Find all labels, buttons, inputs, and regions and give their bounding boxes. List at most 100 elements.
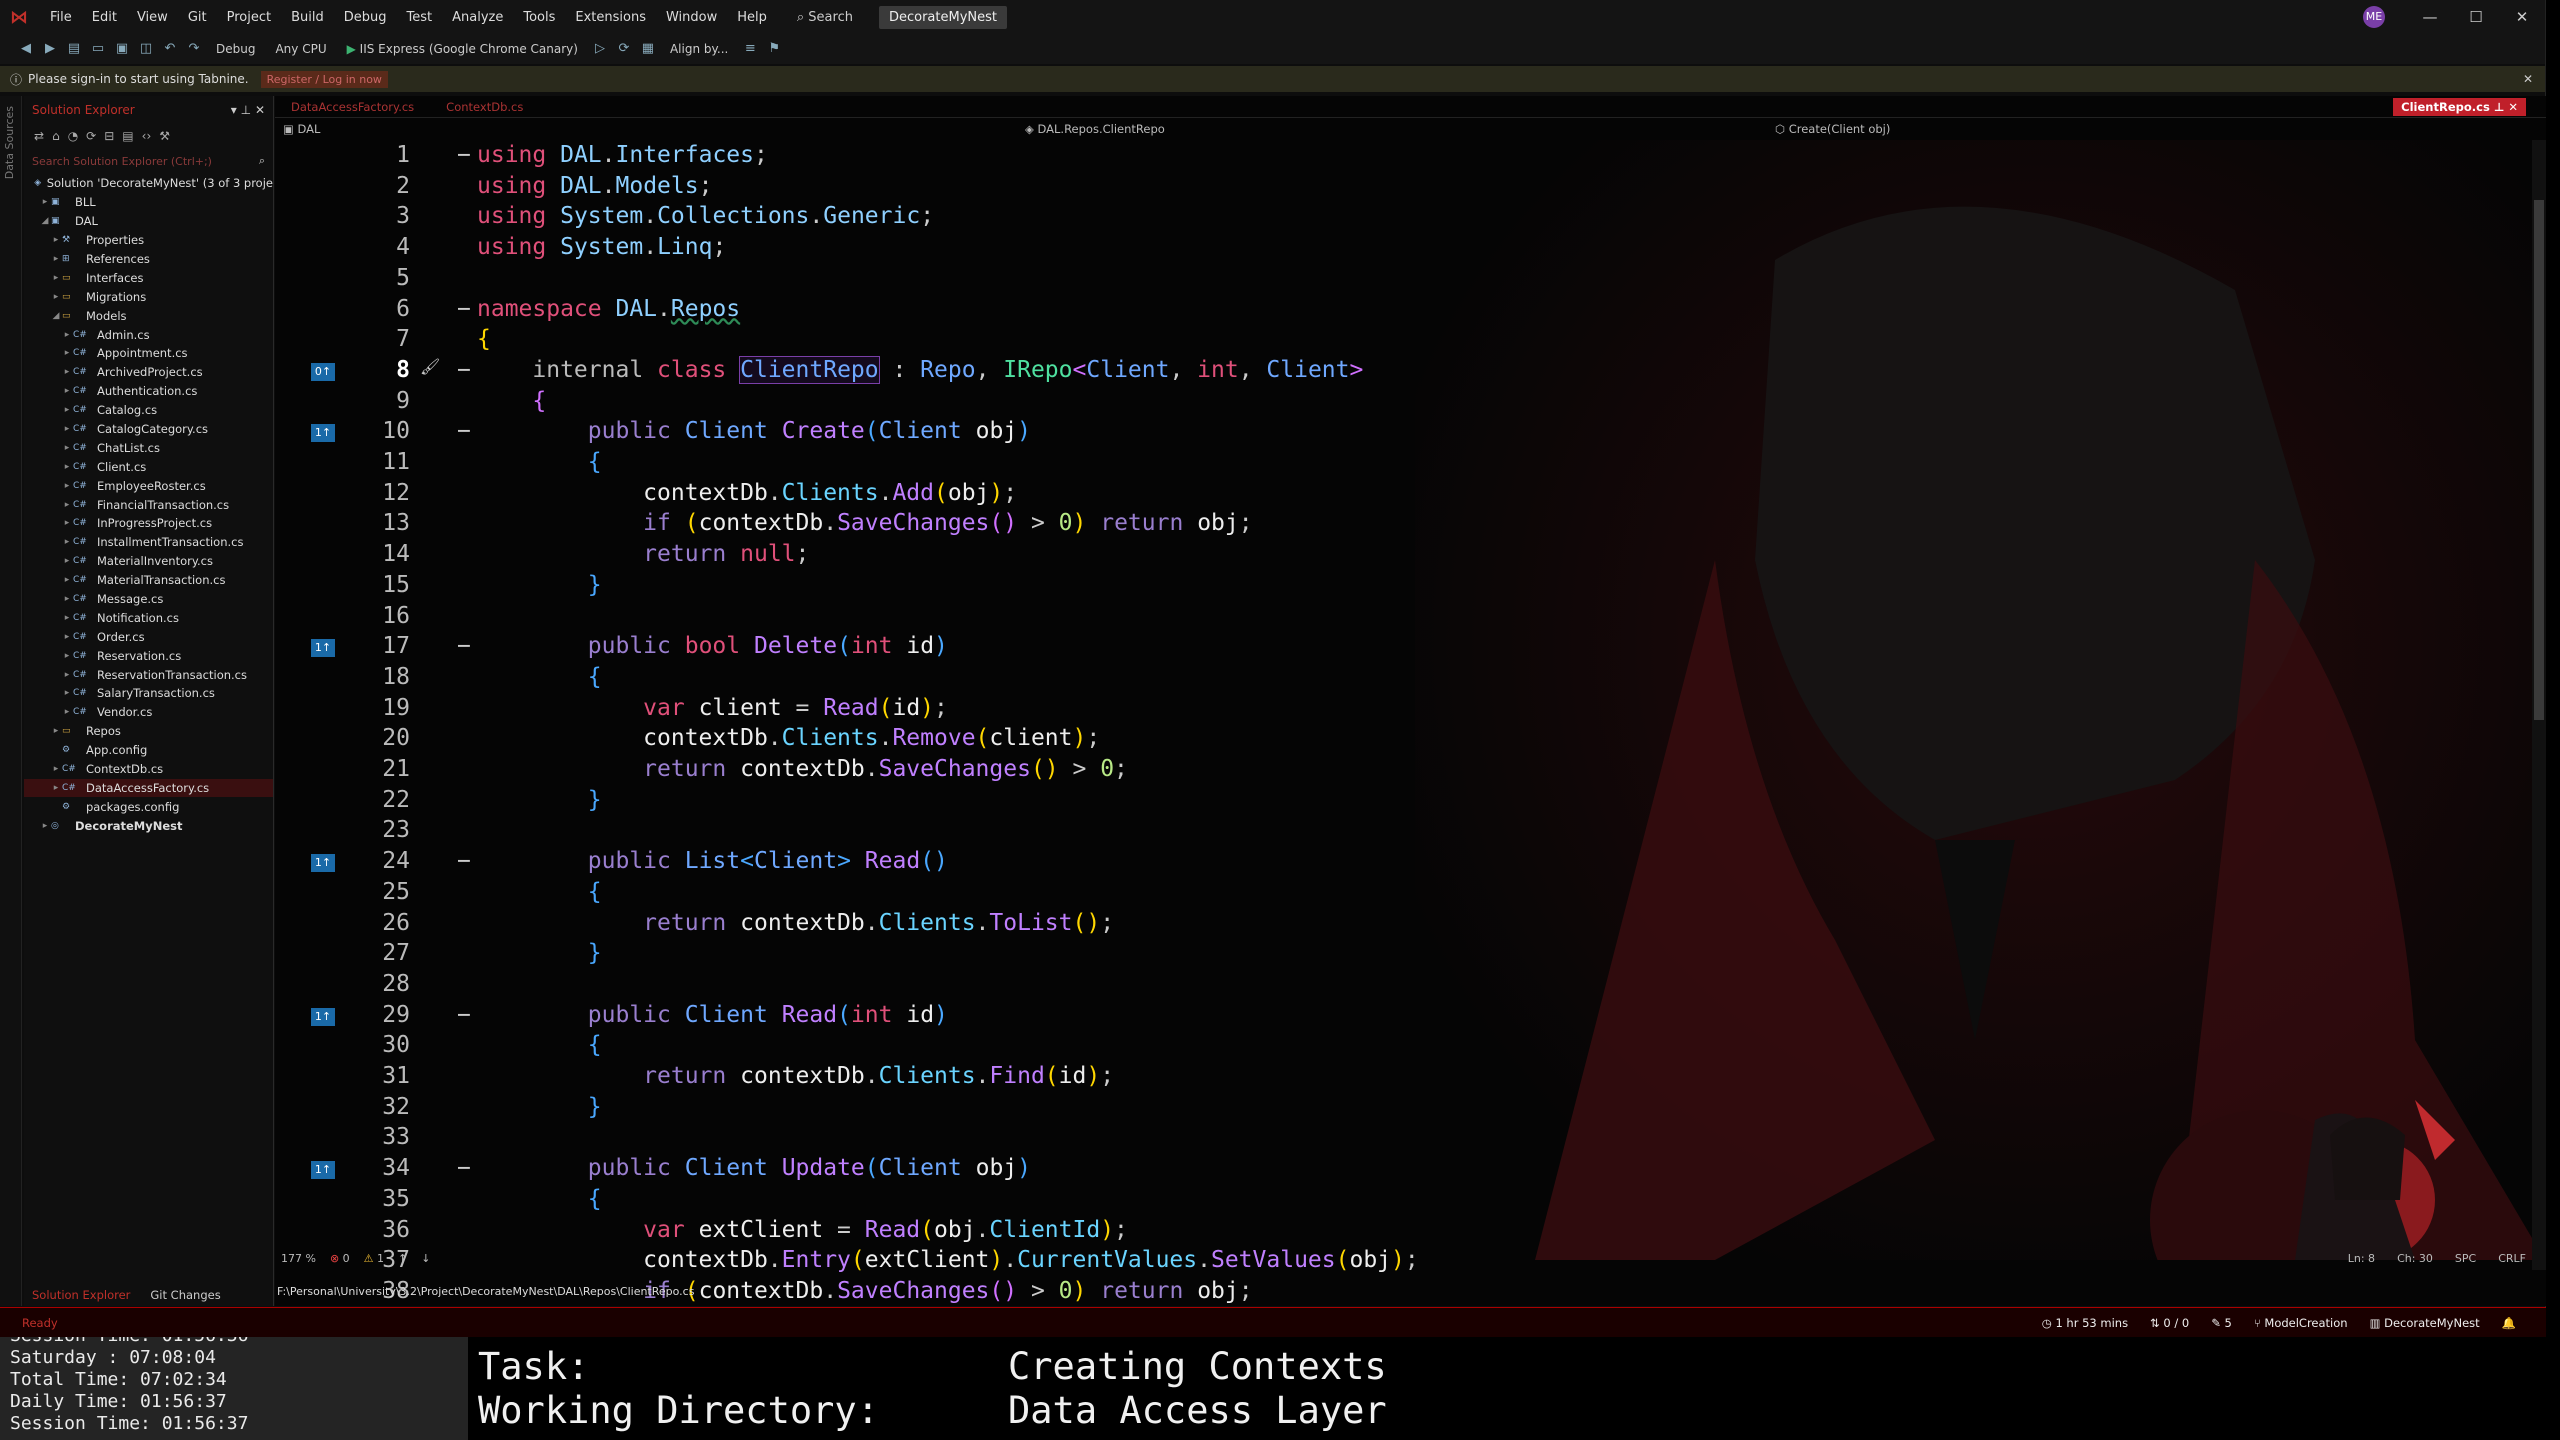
- code-text[interactable]: return contextDb.Clients.ToList();: [477, 910, 1114, 936]
- fold-toggle-icon[interactable]: −: [457, 142, 471, 168]
- code-text[interactable]: using DAL.Models;: [477, 173, 712, 199]
- tree-item[interactable]: ▸ C# Admin.cs: [24, 325, 273, 344]
- tree-item[interactable]: ▸ C# DataAccessFactory.cs: [24, 778, 273, 798]
- refresh-icon[interactable]: ⟳: [86, 129, 96, 143]
- config-dropdown[interactable]: Debug: [210, 42, 261, 56]
- tree-item[interactable]: ▸ C# ChatList.cs: [24, 438, 273, 457]
- expand-arrow-icon[interactable]: ▸: [61, 537, 73, 547]
- code-text[interactable]: {: [477, 1186, 602, 1212]
- expand-arrow-icon[interactable]: ▸: [61, 688, 73, 698]
- expand-arrow-icon[interactable]: ▸: [61, 481, 73, 491]
- save-all-icon[interactable]: ◫: [138, 41, 154, 57]
- undo-icon[interactable]: ↶: [162, 41, 178, 57]
- expand-arrow-icon[interactable]: ▸: [61, 670, 73, 680]
- code-text[interactable]: contextDb.Clients.Remove(client);: [477, 725, 1100, 751]
- code-text[interactable]: {: [477, 1032, 602, 1058]
- errors-indicator[interactable]: ⊗ 0: [330, 1252, 350, 1265]
- code-text[interactable]: using System.Collections.Generic;: [477, 203, 934, 229]
- format-icon[interactable]: ≡: [742, 41, 758, 57]
- fold-toggle-icon[interactable]: −: [457, 357, 471, 383]
- menu-item-analyze[interactable]: Analyze: [442, 10, 513, 25]
- code-area[interactable]: 1− using DAL.Interfaces; 2 using DAL.Models…: [275, 142, 2535, 1304]
- tree-item[interactable]: ▸ C# Order.cs: [24, 627, 273, 646]
- tree-item[interactable]: ▸ C# FinancialTransaction.cs: [24, 495, 273, 514]
- fold-toggle-icon[interactable]: −: [457, 1155, 471, 1181]
- repo-selector[interactable]: ▥ DecorateMyNest: [2370, 1316, 2480, 1330]
- expand-arrow-icon[interactable]: ▸: [61, 707, 73, 717]
- time-tracker[interactable]: ◷ 1 hr 53 mins: [2042, 1316, 2128, 1330]
- expand-arrow-icon[interactable]: ▸: [61, 500, 73, 510]
- tab-git-changes[interactable]: Git Changes: [150, 1288, 220, 1302]
- notification-bell-icon[interactable]: 🔔: [2502, 1316, 2516, 1330]
- tree-item[interactable]: ▸ C# Notification.cs: [24, 608, 273, 627]
- search-icon[interactable]: ⌕: [259, 154, 265, 168]
- tree-item[interactable]: ▸ ▣ BLL: [24, 193, 273, 212]
- tree-item[interactable]: ◢ ▣ DAL: [24, 212, 273, 231]
- expand-arrow-icon[interactable]: ▸: [50, 783, 62, 793]
- notice-link[interactable]: Register / Log in now: [260, 70, 388, 88]
- tree-item[interactable]: ⚙ packages.config: [24, 797, 273, 816]
- tree-item[interactable]: ▸ C# MaterialTransaction.cs: [24, 571, 273, 590]
- code-text[interactable]: internal class ClientRepo : Repo, IRepo<…: [477, 355, 1363, 384]
- expand-arrow-icon[interactable]: ▸: [50, 726, 62, 736]
- tab-solution-explorer[interactable]: Solution Explorer: [32, 1288, 130, 1302]
- tree-item[interactable]: ▸ C# CatalogCategory.cs: [24, 420, 273, 439]
- expand-arrow-icon[interactable]: ▸: [50, 273, 62, 283]
- run-button[interactable]: ▶ IIS Express (Google Chrome Canary): [341, 42, 584, 56]
- code-text[interactable]: }: [477, 940, 602, 966]
- tree-item[interactable]: ▸ C# Appointment.cs: [24, 344, 273, 363]
- code-text[interactable]: return contextDb.Clients.Find(id);: [477, 1063, 1114, 1089]
- code-icon[interactable]: ‹›: [142, 129, 152, 143]
- code-text[interactable]: }: [477, 787, 602, 813]
- tree-item[interactable]: ▸ ▭ Repos: [24, 722, 273, 741]
- tree-item[interactable]: ▸ ⊞ References: [24, 250, 273, 269]
- redo-icon[interactable]: ↷: [186, 41, 202, 57]
- expand-arrow-icon[interactable]: ▸: [61, 518, 73, 528]
- fold-toggle-icon[interactable]: −: [457, 848, 471, 874]
- code-text[interactable]: public Client Update(Client obj): [477, 1155, 1031, 1181]
- code-text[interactable]: return contextDb.SaveChanges() > 0;: [477, 756, 1128, 782]
- expand-arrow-icon[interactable]: ▸: [39, 821, 51, 831]
- platform-dropdown[interactable]: Any CPU: [269, 42, 332, 56]
- fold-toggle-icon[interactable]: −: [457, 418, 471, 444]
- code-text[interactable]: public List<Client> Read(): [477, 848, 948, 874]
- tree-item[interactable]: ▸ C# ContextDb.cs: [24, 760, 273, 779]
- menu-item-extensions[interactable]: Extensions: [565, 10, 656, 25]
- code-text[interactable]: namespace DAL.Repos: [477, 296, 740, 322]
- menu-item-test[interactable]: Test: [397, 10, 443, 25]
- close-icon[interactable]: ✕: [2499, 8, 2545, 26]
- code-text[interactable]: {: [477, 388, 546, 414]
- menu-item-tools[interactable]: Tools: [513, 10, 565, 25]
- minimize-icon[interactable]: —: [2407, 8, 2453, 26]
- tree-item[interactable]: ▸ C# ReservationTransaction.cs: [24, 665, 273, 684]
- expand-arrow-icon[interactable]: ▸: [61, 367, 73, 377]
- implementation-glyph-icon[interactable]: 1↑: [311, 854, 335, 873]
- down-arrow-icon[interactable]: ↓: [421, 1252, 430, 1265]
- expand-arrow-icon[interactable]: ▸: [61, 556, 73, 566]
- close-icon[interactable]: ✕: [2508, 100, 2518, 114]
- tree-item[interactable]: ◈ Solution 'DecorateMyNest' (3 of 3 proje: [24, 174, 273, 193]
- start-without-debug-icon[interactable]: ▷: [592, 41, 608, 57]
- show-all-files-icon[interactable]: ▤: [122, 129, 133, 143]
- tree-item[interactable]: ▸ C# Client.cs: [24, 457, 273, 476]
- expand-arrow-icon[interactable]: ▸: [61, 632, 73, 642]
- code-text[interactable]: public Client Create(Client obj): [477, 418, 1031, 444]
- implementation-glyph-icon[interactable]: 1↑: [311, 424, 335, 443]
- expand-arrow-icon[interactable]: ▸: [39, 197, 51, 207]
- expand-arrow-icon[interactable]: ▸: [61, 575, 73, 585]
- tree-item[interactable]: ▸ C# Vendor.cs: [24, 703, 273, 722]
- code-text[interactable]: }: [477, 572, 602, 598]
- code-text[interactable]: var extClient = Read(obj.ClientId);: [477, 1217, 1128, 1243]
- code-text[interactable]: }: [477, 1094, 602, 1120]
- quick-action-brush-icon[interactable]: 🖌: [420, 357, 440, 376]
- menu-item-file[interactable]: File: [40, 10, 82, 25]
- code-text[interactable]: using DAL.Interfaces;: [477, 142, 768, 168]
- expand-arrow-icon[interactable]: ▸: [61, 651, 73, 661]
- tree-item[interactable]: ▸ C# Authentication.cs: [24, 382, 273, 401]
- sync-icon[interactable]: ⇄: [34, 129, 44, 143]
- code-text[interactable]: {: [477, 449, 602, 475]
- search-box[interactable]: ⌕ Search: [789, 10, 861, 25]
- tree-item[interactable]: ⚙ App.config: [24, 741, 273, 760]
- code-text[interactable]: {: [477, 664, 602, 690]
- line-changes[interactable]: ⇅ 0 / 0: [2150, 1316, 2189, 1330]
